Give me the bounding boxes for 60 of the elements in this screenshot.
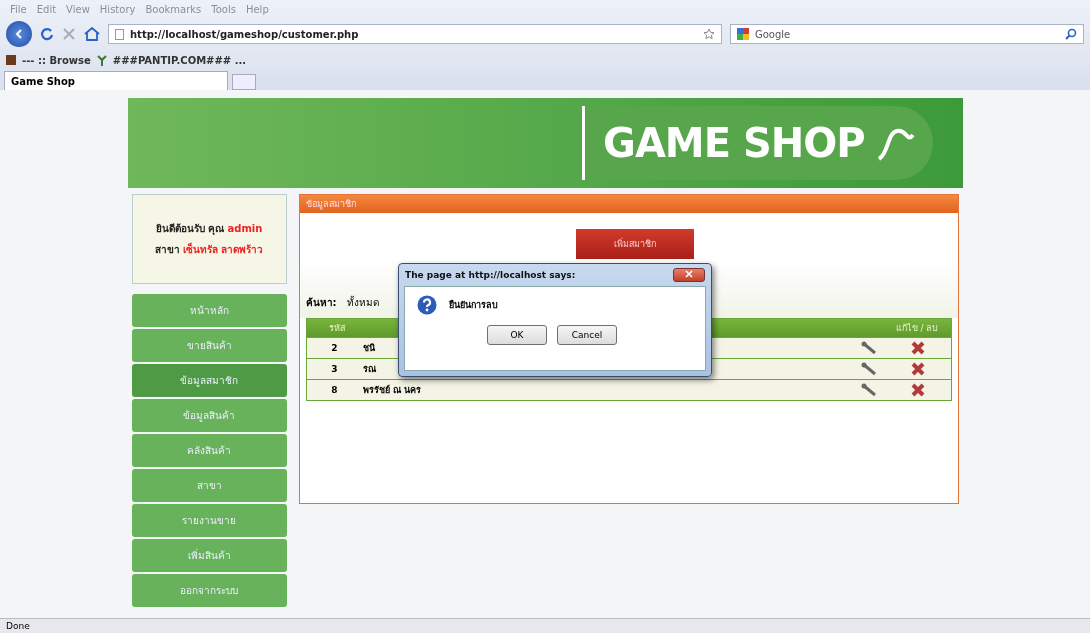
table-cell-text: รณ: [362, 363, 376, 376]
sidebar-item[interactable]: คลังสินค้า: [131, 434, 287, 467]
sidebar-item[interactable]: เพิ่มสินค้า: [131, 539, 287, 572]
sidebar-item[interactable]: ข้อมูลสินค้า: [131, 399, 287, 432]
sidebar-item[interactable]: ขายสินค้า: [131, 329, 287, 362]
menu-item[interactable]: Help: [245, 3, 269, 15]
menu-item[interactable]: Edit: [36, 3, 57, 15]
delete-icon[interactable]: [910, 362, 925, 376]
menu-item[interactable]: History: [99, 3, 136, 15]
logo: GAME SHOP: [582, 106, 933, 180]
wrench-icon[interactable]: [860, 383, 877, 397]
welcome-text: ยินดีต้อนรับ คุณ admin: [155, 222, 263, 236]
wrench-icon[interactable]: [860, 362, 877, 376]
table-cell: 8: [331, 385, 338, 395]
sidebar-item[interactable]: ออกจากระบบ: [131, 574, 287, 607]
bookmark-link[interactable]: --- :: Browse: [22, 54, 91, 66]
delete-icon[interactable]: [910, 341, 925, 355]
browser-tab[interactable]: Game Shop: [4, 71, 228, 90]
bookmark-link[interactable]: ###PANTIP.COM### ...: [112, 54, 247, 66]
table-cell: 2: [331, 343, 338, 353]
address-bar[interactable]: http://localhost/gameshop/customer.php: [108, 24, 722, 44]
dialog-button[interactable]: OK: [487, 325, 547, 345]
dialog-title: The page at http://localhost says:: [405, 270, 576, 280]
column-header: แก้ไข / ลบ: [895, 322, 939, 335]
search-filter[interactable]: ทั้งหมด: [346, 295, 379, 310]
sidebar-item[interactable]: ข้อมูลสมาชิก: [131, 364, 287, 397]
bookmark-icon: [6, 55, 16, 65]
close-icon: [685, 270, 693, 278]
add-member-button[interactable]: เพิ่มสมาชิก: [575, 229, 694, 259]
table-cell: พรรัชย์ ณ นคร: [362, 383, 421, 397]
table-cell: 3: [331, 364, 338, 374]
branch-text: สาขา เซ็นทรัล ลาดพร้าว: [154, 242, 264, 257]
column-header: รหัส: [328, 322, 345, 335]
panel-title: ข้อมูลสมาชิก: [299, 195, 958, 213]
sidebar-item[interactable]: หน้าหลัก: [131, 294, 287, 327]
menu-item[interactable]: View: [66, 3, 90, 15]
sidebar-item[interactable]: สาขา: [131, 469, 287, 502]
chevron-left-icon: [13, 28, 25, 40]
menu-item[interactable]: Tools: [211, 3, 236, 15]
search-icon[interactable]: [1065, 28, 1077, 40]
star-icon[interactable]: [703, 28, 715, 40]
sidebar-item[interactable]: รายงานขาย: [131, 504, 287, 537]
question-icon: [417, 295, 437, 315]
search-label: ค้นหา:: [305, 296, 337, 310]
delete-icon[interactable]: [910, 383, 925, 397]
page-icon: [115, 28, 124, 40]
status-text: Done: [6, 621, 30, 631]
menu-item[interactable]: Bookmarks: [145, 3, 202, 15]
dialog-message: ยืนยันการลบ: [449, 298, 498, 312]
dialog-button[interactable]: Cancel: [557, 325, 617, 345]
back-button[interactable]: [6, 21, 32, 47]
search-engine-icon[interactable]: [737, 28, 749, 40]
plant-icon: [96, 54, 107, 66]
menu-item[interactable]: File: [10, 3, 27, 15]
search-field[interactable]: Google: [730, 24, 1084, 44]
home-icon[interactable]: [84, 27, 100, 41]
close-button[interactable]: [673, 268, 705, 282]
reload-icon[interactable]: [40, 27, 54, 41]
wrench-icon[interactable]: [860, 341, 877, 355]
table-cell-text: ชนิ: [362, 342, 375, 355]
